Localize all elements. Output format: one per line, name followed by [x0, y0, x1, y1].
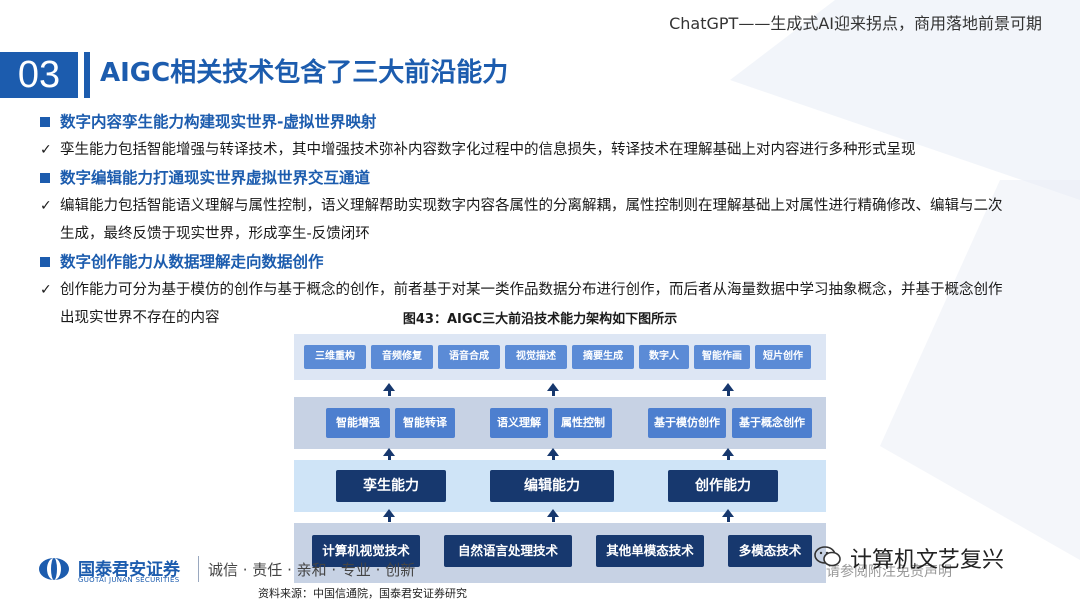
- heading-create-text: 数字创作能力从数据理解走向数据创作: [60, 253, 324, 271]
- bullet-edit: ✓ 编辑能力包括智能语义理解与属性控制，语义理解帮助实现数字内容各属性的分离解耦…: [40, 192, 1050, 220]
- foundation-box: 多模态技术: [728, 535, 812, 567]
- guotai-junan-logo-icon: [39, 558, 69, 580]
- figure-caption: 图43：AIGC三大前沿技术能力架构如下图所示: [402, 312, 678, 327]
- checkmark-icon: ✓: [40, 282, 52, 298]
- arrow-up-icon-stem: [727, 516, 730, 522]
- bullet-edit-text-2: 生成，最终反馈于现实世界，形成孪生-反馈闭环: [60, 226, 370, 242]
- app-box: 语音合成: [438, 345, 500, 369]
- bullet-create: ✓ 创作能力可分为基于模仿的创作与基于概念的创作，前者基于对某一类作品数据分布进…: [40, 276, 1050, 304]
- arrow-up-icon-stem: [388, 516, 391, 522]
- content-body: 数字内容孪生能力构建现实世界-虚拟世界映射 ✓ 孪生能力包括智能增强与转译技术，…: [40, 108, 1050, 332]
- app-box: 摘要生成: [572, 345, 634, 369]
- arrow-up-icon-stem: [552, 390, 555, 396]
- bullet-twin: ✓ 孪生能力包括智能增强与转译技术，其中增强技术弥补内容数字化过程中的信息损失，…: [40, 136, 1050, 164]
- arrow-up-icon-stem: [727, 390, 730, 396]
- checkmark-icon: ✓: [40, 198, 52, 214]
- app-box: 视觉描述: [505, 345, 567, 369]
- watermark-text: 计算机文艺复兴: [850, 548, 1005, 573]
- bullet-edit-cont: 生成，最终反馈于现实世界，形成孪生-反馈闭环: [40, 220, 1050, 248]
- technique-box: 基于概念创作: [732, 408, 812, 438]
- capability-box: 编辑能力: [490, 470, 614, 502]
- heading-create: 数字创作能力从数据理解走向数据创作: [40, 248, 1050, 276]
- section-number: 03: [0, 52, 78, 98]
- logo-english-name: GUOTAI JUNAN SECURITIES: [78, 576, 180, 584]
- technique-box: 语义理解: [490, 408, 548, 438]
- capability-box: 孪生能力: [336, 470, 446, 502]
- app-box: 数字人: [639, 345, 689, 369]
- bullet-twin-text: 孪生能力包括智能增强与转译技术，其中增强技术弥补内容数字化过程中的信息损失，转译…: [60, 142, 916, 158]
- bullet-create-text-1: 创作能力可分为基于模仿的创作与基于概念的创作，前者基于对某一类作品数据分布进行创…: [60, 282, 1003, 298]
- foundation-box: 自然语言处理技术: [444, 535, 572, 567]
- page-title: AIGC相关技术包含了三大前沿能力: [100, 58, 509, 88]
- header-title: ChatGPT——生成式AI迎来拐点，商用落地前景可期: [669, 14, 1042, 33]
- bullet-edit-text-1: 编辑能力包括智能语义理解与属性控制，语义理解帮助实现数字内容各属性的分离解耦，属…: [60, 198, 1003, 214]
- footer-slogan: 诚信 · 责任 · 亲和 · 专业 · 创新: [208, 561, 416, 579]
- square-bullet-icon: [40, 257, 50, 267]
- technique-box: 属性控制: [554, 408, 612, 438]
- layer-techniques: 智能增强 智能转译 语义理解 属性控制 基于模仿创作 基于概念创作: [294, 397, 826, 449]
- app-box: 音频修复: [371, 345, 433, 369]
- wechat-icon: [814, 546, 841, 567]
- section-bar: [84, 52, 90, 98]
- source-note: 资料来源：中国信通院，国泰君安证券研究: [258, 587, 467, 600]
- square-bullet-icon: [40, 117, 50, 127]
- app-box: 三维重构: [304, 345, 366, 369]
- heading-twin-text: 数字内容孪生能力构建现实世界-虚拟世界映射: [60, 113, 377, 131]
- layer-capabilities: 孪生能力 编辑能力 创作能力: [294, 460, 826, 512]
- heading-edit: 数字编辑能力打通现实世界虚拟世界交互通道: [40, 164, 1050, 192]
- capability-box: 创作能力: [668, 470, 778, 502]
- arrow-up-icon-stem: [552, 516, 555, 522]
- app-box: 短片创作: [755, 345, 811, 369]
- arrow-up-icon-stem: [388, 390, 391, 396]
- foundation-box: 其他单模态技术: [596, 535, 704, 567]
- heading-edit-text: 数字编辑能力打通现实世界虚拟世界交互通道: [60, 169, 371, 187]
- app-box: 智能作画: [694, 345, 750, 369]
- layer-applications: 三维重构 音频修复 语音合成 视觉描述 摘要生成 数字人 智能作画 短片创作: [294, 334, 826, 380]
- technique-box: 基于模仿创作: [648, 408, 726, 438]
- square-bullet-icon: [40, 173, 50, 183]
- footer-divider: [198, 556, 199, 582]
- technique-box: 智能增强: [326, 408, 390, 438]
- heading-twin: 数字内容孪生能力构建现实世界-虚拟世界映射: [40, 108, 1050, 136]
- checkmark-icon: ✓: [40, 142, 52, 158]
- technique-box: 智能转译: [395, 408, 455, 438]
